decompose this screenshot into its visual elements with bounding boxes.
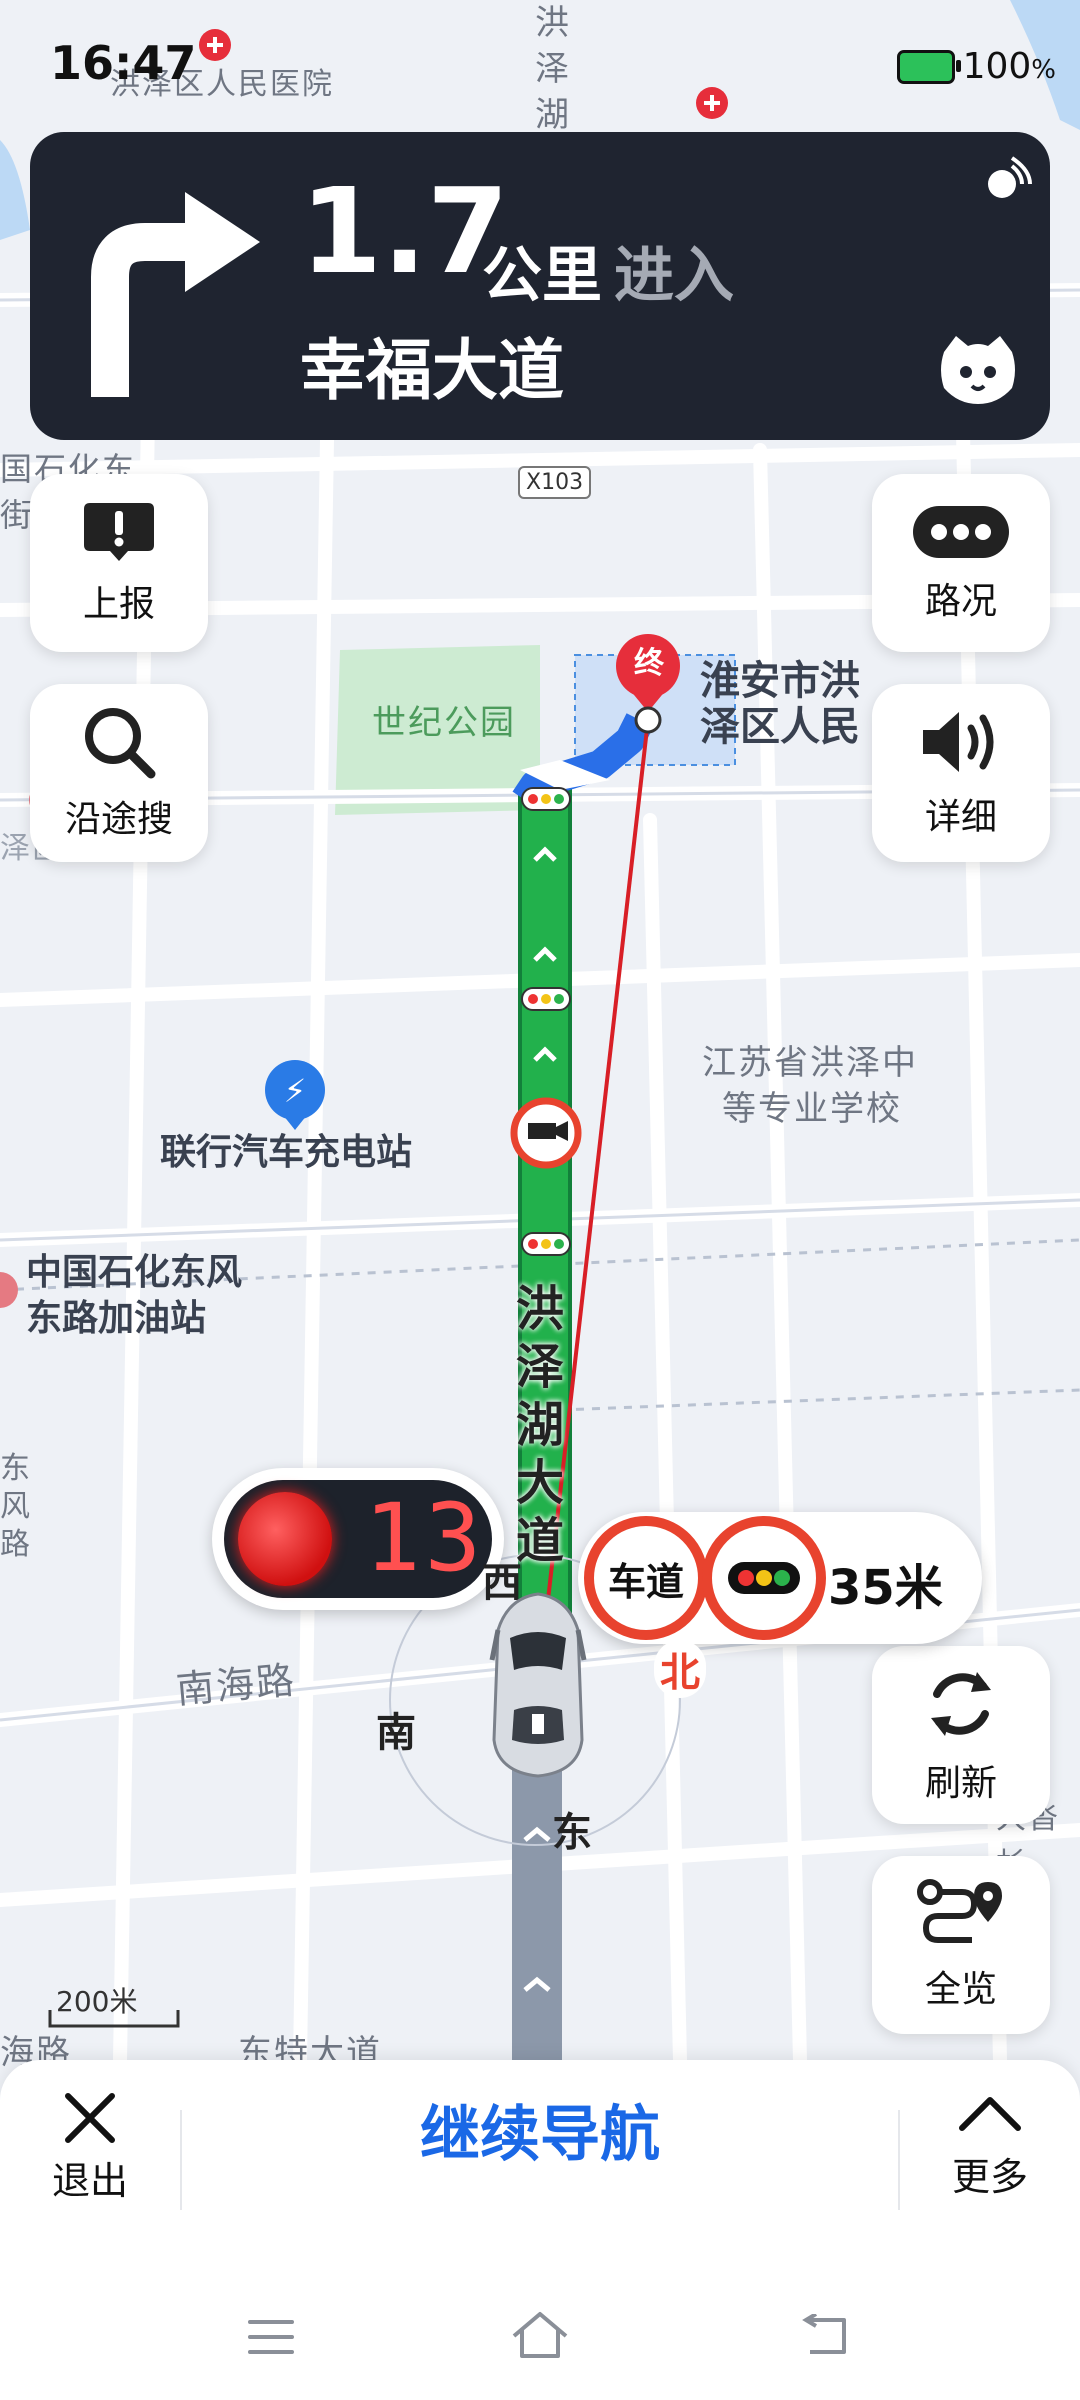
report-button[interactable]: 上报 [30,474,208,652]
map-label-gas-station: 中国石化东风 东路加油站 [26,1250,242,1342]
overview-button[interactable]: 全览 [872,1856,1050,2034]
map-label-park: 世纪公园 [372,703,516,743]
countdown-panel: 13 [224,1480,492,1598]
battery-percent: 100 [962,46,1032,87]
compass-south: 南 [376,1710,416,1756]
exit-label: 退出 [51,2159,128,2203]
car-position-icon [489,1592,587,1778]
road-shield-x103: X103 [518,466,592,499]
home-icon[interactable] [510,2310,570,2360]
search-icon [85,708,156,779]
search-along-route-button[interactable]: 沿途搜 [30,684,208,862]
scale-label: 200米 [56,1985,138,2018]
gas-station-line: 中国石化东风 [26,1252,243,1293]
voice-detail-button[interactable]: 详细 [872,684,1050,862]
school-line: 江苏省洪泽中 [702,1043,918,1083]
speaker-icon [923,712,994,772]
road-char: 道 [516,1513,565,1569]
road-char: 东 [0,1451,32,1486]
distance-value: 1.7 [300,162,510,300]
map-label-destination: 淮安市洪 泽区人民 [700,658,860,750]
battery-indicator: 100% [896,46,1056,87]
refresh-label: 刷新 [924,1763,997,1804]
menu-icon[interactable] [246,2318,296,2356]
svg-text:⚡: ⚡ [284,1072,306,1110]
destination-line: 淮安市洪 [700,658,860,704]
lane-label: 车道 [607,1559,684,1604]
report-label: 上报 [82,584,155,625]
search-along-label: 沿途搜 [64,799,173,840]
traffic-button[interactable]: 路况 [872,474,1050,652]
divider-right [898,2110,900,2210]
traffic-label: 路况 [924,581,997,622]
map-label-school: 江苏省洪泽中 等专业学校 [702,1040,918,1132]
battery-icon [896,49,961,84]
gas-station-line: 东路加油站 [26,1298,207,1339]
navigation-guidance-panel[interactable]: 1.7 公里 进入 幸福大道 [30,132,1050,440]
distance-unit: 公里 [482,241,602,311]
action-text: 进入 [614,241,734,311]
road-char: 泽 [516,1339,565,1395]
road-char: 泽 [535,49,571,89]
close-icon [65,2093,115,2143]
traffic-dots-icon [913,506,1009,558]
destination-line: 泽区人民 [700,704,860,750]
road-char: 洪 [516,1281,565,1337]
overview-label: 全览 [924,1969,997,2010]
exit-button[interactable]: 退出 [40,2090,140,2205]
school-line: 等专业学校 [722,1089,902,1129]
road-char: 洪 [535,3,571,43]
road-char: 风 [0,1489,32,1524]
battery-unit: % [1031,55,1056,85]
refresh-icon [931,1672,991,1736]
lane-distance: 35米 [828,1560,943,1616]
road-char: 路 [0,1527,32,1562]
map-label-left-road: 东 风 路 [0,1450,30,1564]
back-icon[interactable] [800,2314,850,2358]
next-road-name: 幸福大道 [300,332,564,409]
red-light-icon [238,1492,332,1586]
compass-east: 东 [552,1810,592,1856]
report-icon [84,503,154,561]
continue-navigation-button[interactable]: 继续导航 [180,2090,900,2180]
map-label-charge-station: 联行汽车充电站 [160,1132,413,1173]
more-button[interactable]: 更多 [940,2094,1040,2201]
detail-label: 详细 [924,797,997,838]
voice-broadcast-icon[interactable] [982,154,1032,204]
road-char: 湖 [516,1397,565,1453]
refresh-button[interactable]: 刷新 [872,1646,1050,1824]
map-label-main-road: 洪 泽 湖 大 道 [516,1280,572,1570]
road-char: 大 [516,1455,565,1511]
traffic-light-countdown: 13 [212,1468,504,1610]
lane-info-pill: 车道 35米 [578,1512,982,1644]
traffic-light-warning-icon [702,1516,826,1640]
countdown-seconds: 13 [364,1484,486,1593]
turn-right-arrow-icon [91,192,260,397]
status-time: 16:47 [50,36,197,90]
chevron-up-icon [959,2097,1021,2131]
compass-north: 北 [654,1640,706,1698]
lane-ring: 车道 [584,1516,708,1640]
assistant-mascot-icon[interactable] [936,332,1020,408]
more-label: 更多 [951,2155,1028,2199]
end-marker-label: 终 [634,646,664,681]
route-overview-icon [917,1879,1002,1943]
